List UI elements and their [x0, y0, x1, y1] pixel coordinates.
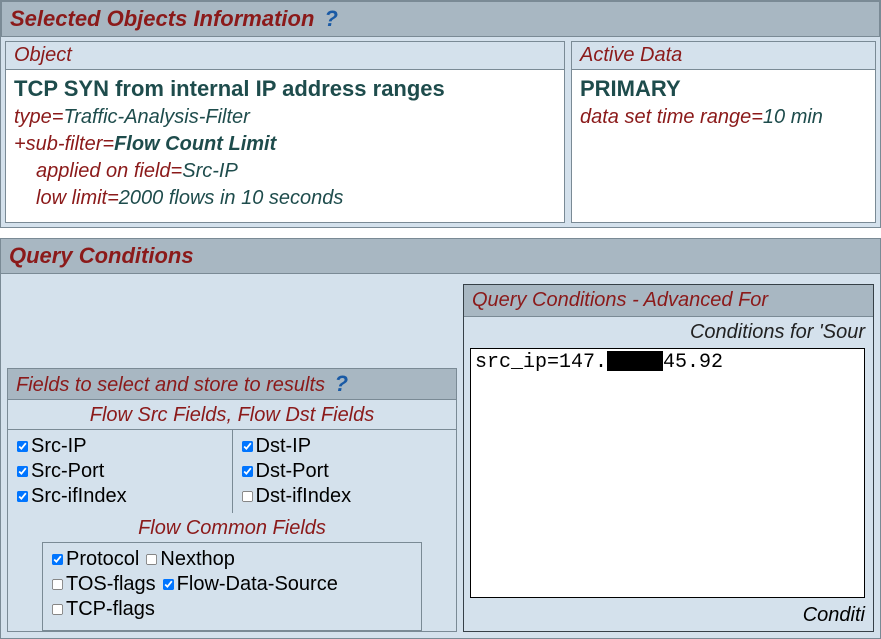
subfilter-label: +sub-filter=: [14, 133, 114, 155]
object-name: TCP SYN from internal IP address ranges: [14, 74, 556, 104]
condition-text-suffix: 45.92: [663, 351, 723, 374]
checkbox-label: Dst-IP: [256, 435, 312, 458]
help-icon[interactable]: ?: [325, 6, 338, 31]
fields-select-box: Fields to select and store to results ? …: [7, 368, 457, 632]
flow-src-fields-label: Flow Src Fields: [90, 404, 227, 426]
checkbox-input[interactable]: [17, 491, 28, 502]
checkbox-dst-ifindex[interactable]: Dst-ifIndex: [241, 484, 449, 509]
flow-dst-fields-label: Flow Dst Fields: [238, 404, 375, 426]
checkbox-label: Src-Port: [31, 460, 104, 483]
type-label: type=: [14, 106, 63, 128]
fields-src-dst-header: Flow Src Fields, Flow Dst Fields: [8, 400, 456, 429]
checkbox-label: TOS-flags: [66, 573, 156, 596]
active-primary: PRIMARY: [580, 74, 867, 104]
applied-value: Src-IP: [182, 160, 238, 182]
checkbox-label: Dst-Port: [256, 460, 329, 483]
checkbox-input[interactable]: [17, 441, 28, 452]
object-column: Object TCP SYN from internal IP address …: [5, 41, 565, 223]
checkbox-dst-ip[interactable]: Dst-IP: [241, 434, 449, 459]
checkbox-flow-data-source[interactable]: Flow-Data-Source: [162, 572, 338, 597]
condition-text-prefix: src_ip=147.: [475, 351, 607, 374]
checkbox-src-port[interactable]: Src-Port: [16, 459, 224, 484]
fields-select-header: Fields to select and store to results ?: [8, 369, 456, 400]
checkbox-label: Flow-Data-Source: [177, 573, 338, 596]
checkbox-label: Src-ifIndex: [31, 485, 127, 508]
subfilter-value: Flow Count Limit: [114, 133, 276, 155]
checkbox-input[interactable]: [52, 554, 63, 565]
advanced-footer: Conditi: [464, 604, 873, 629]
checkbox-input[interactable]: [52, 604, 63, 615]
redacted-segment: [607, 351, 663, 371]
checkbox-input[interactable]: [241, 441, 252, 452]
checkbox-label: TCP-flags: [66, 598, 155, 621]
checkbox-input[interactable]: [241, 466, 252, 477]
query-conditions-header: Query Conditions: [0, 238, 881, 274]
common-fields-box: Protocol Nexthop TOS-flags Flow-Data-Sou…: [42, 542, 422, 631]
selected-objects-title: Selected Objects Information: [10, 6, 314, 31]
advanced-conditions-box: Query Conditions - Advanced For Conditio…: [463, 284, 874, 632]
checkbox-input[interactable]: [241, 491, 252, 502]
advanced-conditions-header: Query Conditions - Advanced For: [464, 285, 873, 317]
checkbox-nexthop[interactable]: Nexthop: [145, 547, 235, 572]
lowlimit-label: low limit=: [36, 187, 119, 209]
checkbox-input[interactable]: [146, 554, 157, 565]
selected-objects-header: Selected Objects Information ?: [1, 1, 880, 37]
conditions-textarea[interactable]: src_ip=147. 45.92: [470, 348, 865, 598]
active-data-column: Active Data PRIMARY data set time range=…: [571, 41, 876, 223]
range-label: data set time range=: [580, 106, 763, 128]
flow-common-fields-label: Flow Common Fields: [8, 513, 456, 542]
checkbox-input[interactable]: [163, 579, 174, 590]
checkbox-tos-flags[interactable]: TOS-flags: [51, 572, 156, 597]
applied-label: applied on field=: [36, 160, 182, 182]
query-conditions-panel: Query Conditions Fields to select and st…: [0, 238, 881, 639]
active-data-header: Active Data: [572, 42, 875, 70]
type-value: Traffic-Analysis-Filter: [63, 106, 249, 128]
advanced-conditions-sub: Conditions for 'Sour: [464, 317, 873, 346]
checkbox-src-ifindex[interactable]: Src-ifIndex: [16, 484, 224, 509]
checkbox-dst-port[interactable]: Dst-Port: [241, 459, 449, 484]
fields-select-title: Fields to select and store to results: [16, 374, 325, 396]
lowlimit-value: 2000 flows in 10 seconds: [119, 187, 344, 209]
object-column-header: Object: [6, 42, 564, 70]
range-value: 10 min: [763, 106, 823, 128]
checkbox-label: Nexthop: [160, 548, 235, 571]
checkbox-label: Protocol: [66, 548, 139, 571]
help-icon[interactable]: ?: [335, 371, 348, 396]
dst-fields-cell: Dst-IP Dst-Port Dst-ifIndex: [233, 430, 457, 513]
checkbox-src-ip[interactable]: Src-IP: [16, 434, 224, 459]
checkbox-tcp-flags[interactable]: TCP-flags: [51, 597, 155, 622]
checkbox-label: Src-IP: [31, 435, 87, 458]
checkbox-input[interactable]: [17, 466, 28, 477]
src-fields-cell: Src-IP Src-Port Src-ifIndex: [8, 430, 233, 513]
checkbox-label: Dst-ifIndex: [256, 485, 352, 508]
selected-objects-panel: Selected Objects Information ? Object TC…: [0, 0, 881, 228]
checkbox-input[interactable]: [52, 579, 63, 590]
checkbox-protocol[interactable]: Protocol: [51, 547, 139, 572]
